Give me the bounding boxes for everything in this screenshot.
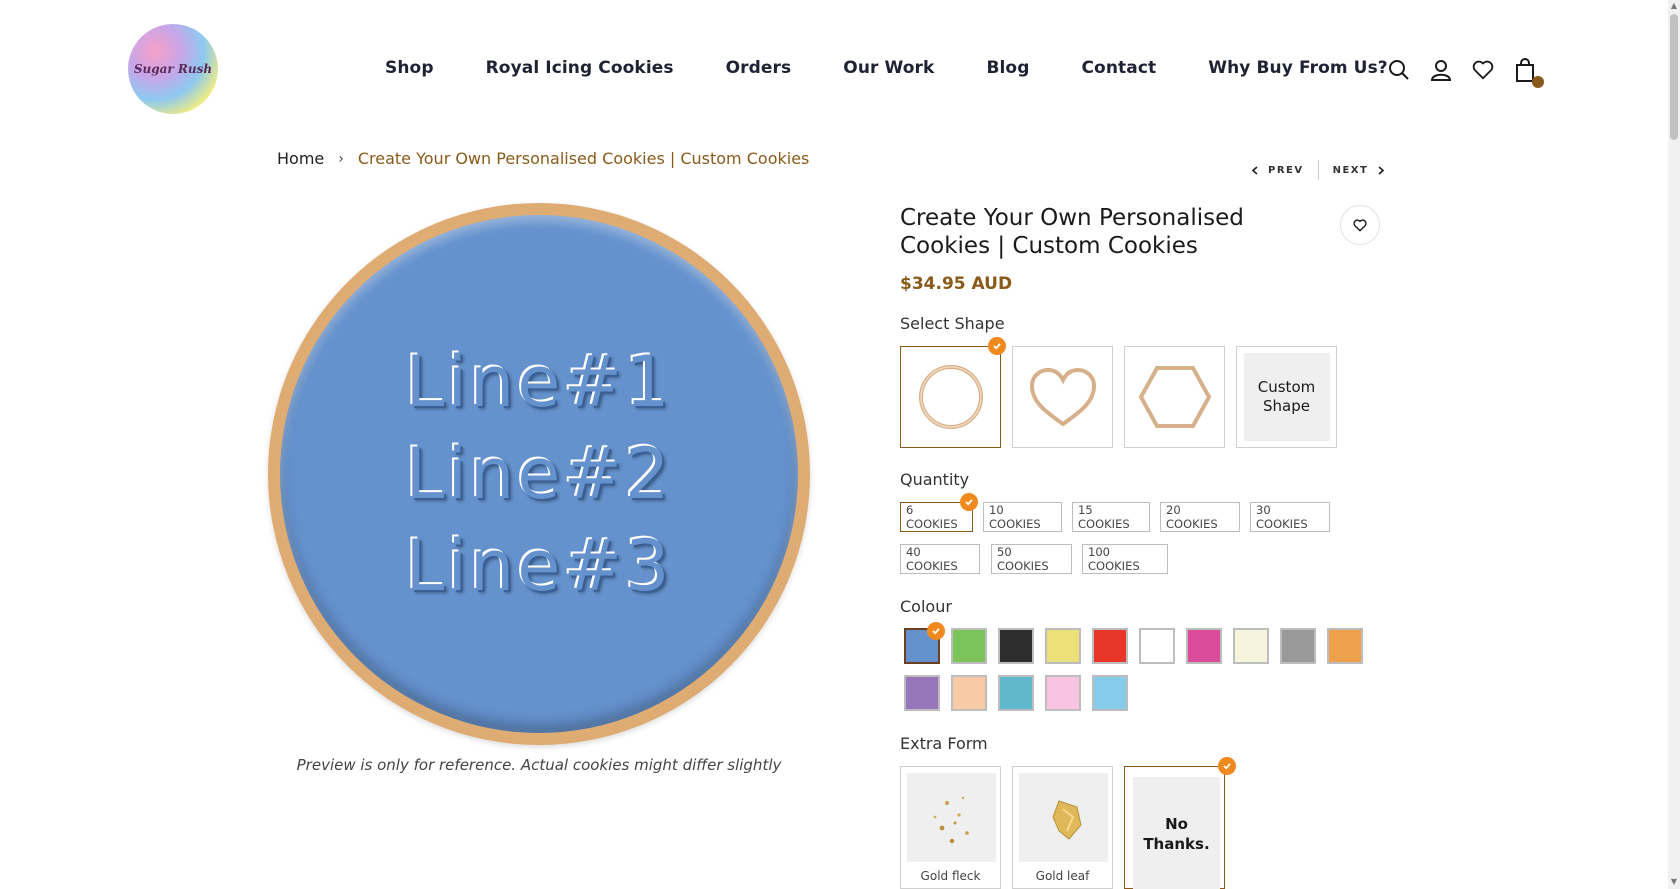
- scroll-down-arrow-icon[interactable]: ▼: [1670, 878, 1678, 886]
- add-to-wishlist-button[interactable]: [1340, 205, 1380, 245]
- breadcrumb-home[interactable]: Home: [277, 149, 324, 168]
- nav-orders[interactable]: Orders: [726, 58, 792, 78]
- search-icon[interactable]: [1388, 58, 1410, 82]
- quantity-option-15[interactable]: 15 COOKIES: [1072, 502, 1150, 532]
- gold-leaf-image: [1019, 773, 1108, 862]
- colour-swatch-14[interactable]: [1045, 675, 1081, 711]
- colour-swatch-3[interactable]: [998, 628, 1034, 664]
- product-info: Create Your Own Personalised Cookies | C…: [900, 204, 1380, 260]
- extra-option-no-thanks[interactable]: No Thanks.: [1124, 766, 1225, 889]
- chevron-right-icon: [1378, 165, 1385, 175]
- prev-label: PREV: [1268, 164, 1304, 176]
- colour-swatch-2[interactable]: [951, 628, 987, 664]
- nav-royal-icing-cookies[interactable]: Royal Icing Cookies: [486, 58, 674, 78]
- shape-selected-check-icon: [988, 337, 1006, 355]
- logo-text: Sugar Rush: [133, 62, 213, 76]
- site-header: Sugar Rush Shop Royal Icing Cookies Orde…: [0, 0, 1668, 140]
- breadcrumb-separator: ›: [338, 150, 344, 167]
- preview-line-2: Line#2: [405, 433, 673, 515]
- scrollbar-thumb[interactable]: [1670, 14, 1678, 140]
- heart-icon[interactable]: [1472, 58, 1494, 82]
- colour-swatch-4[interactable]: [1045, 628, 1081, 664]
- gold-fleck-image: [907, 773, 996, 862]
- quantity-option-50[interactable]: 50 COOKIES: [991, 544, 1072, 574]
- colour-swatch-15[interactable]: [1092, 675, 1128, 711]
- breadcrumb: Home › Create Your Own Personalised Cook…: [277, 149, 809, 168]
- quantity-label: Quantity: [900, 470, 970, 489]
- nav-our-work[interactable]: Our Work: [843, 58, 934, 78]
- heart-icon: [1353, 218, 1367, 231]
- shape-option-heart[interactable]: [1012, 346, 1113, 448]
- no-thanks-label: No Thanks.: [1133, 777, 1220, 889]
- colour-swatch-13[interactable]: [998, 675, 1034, 711]
- prev-button[interactable]: PREV: [1252, 165, 1304, 176]
- product-price: $34.95 AUD: [900, 274, 1013, 294]
- gold-fleck-label: Gold fleck: [920, 869, 981, 883]
- gold-leaf-label: Gold leaf: [1035, 869, 1090, 883]
- hexagon-shape-icon: [1138, 366, 1211, 428]
- colour-swatch-12[interactable]: [951, 675, 987, 711]
- page-scrollbar[interactable]: ▲ ▼: [1668, 0, 1680, 889]
- shopping-bag-icon[interactable]: [1514, 58, 1544, 88]
- cart-count-badge: [1532, 76, 1544, 88]
- colour-swatch-7[interactable]: [1186, 628, 1222, 664]
- quantity-option-30[interactable]: 30 COOKIES: [1250, 502, 1330, 532]
- heart-shape-icon: [1029, 367, 1096, 427]
- shape-option-circle[interactable]: [900, 346, 1001, 448]
- preview-line-3: Line#3: [405, 525, 673, 607]
- quantity-selected-check-icon: [960, 493, 978, 511]
- quantity-option-20[interactable]: 20 COOKIES: [1160, 502, 1240, 532]
- pager-divider: [1317, 160, 1319, 180]
- next-label: NEXT: [1332, 164, 1369, 176]
- colour-swatch-11[interactable]: [904, 675, 940, 711]
- extra-form-label: Extra Form: [900, 734, 988, 753]
- nav-blog[interactable]: Blog: [986, 58, 1029, 78]
- nav-contact[interactable]: Contact: [1081, 58, 1156, 78]
- colour-swatch-8[interactable]: [1233, 628, 1269, 664]
- breadcrumb-current: Create Your Own Personalised Cookies | C…: [357, 149, 810, 168]
- cookie-base: Line#1 Line#2 Line#3: [268, 203, 810, 745]
- extra-option-gold-fleck[interactable]: Gold fleck: [900, 766, 1001, 889]
- header-icons: [1388, 58, 1544, 88]
- custom-shape-label: Custom Shape: [1243, 353, 1330, 441]
- shape-option-custom[interactable]: Custom Shape: [1236, 346, 1337, 448]
- circle-shape-icon: [918, 365, 983, 429]
- brand-logo[interactable]: Sugar Rush: [128, 24, 218, 114]
- colour-swatch-6[interactable]: [1139, 628, 1175, 664]
- nav-shop[interactable]: Shop: [385, 58, 434, 78]
- quantity-option-10[interactable]: 10 COOKIES: [983, 502, 1062, 532]
- extra-selected-check-icon: [1218, 757, 1236, 775]
- extra-option-gold-leaf[interactable]: Gold leaf: [1012, 766, 1113, 889]
- scroll-up-arrow-icon[interactable]: ▲: [1670, 2, 1678, 10]
- main-nav: Shop Royal Icing Cookies Orders Our Work…: [385, 58, 1388, 78]
- shape-option-hexagon[interactable]: [1124, 346, 1225, 448]
- colour-swatch-10[interactable]: [1327, 628, 1363, 664]
- colour-swatch-9[interactable]: [1280, 628, 1316, 664]
- cookie-icing: Line#1 Line#2 Line#3: [280, 215, 798, 733]
- quantity-option-40[interactable]: 40 COOKIES: [900, 544, 980, 574]
- preview-note: Preview is only for reference. Actual co…: [296, 756, 782, 774]
- product-title: Create Your Own Personalised Cookies | C…: [900, 205, 1244, 259]
- quantity-option-100[interactable]: 100 COOKIES: [1082, 544, 1168, 574]
- preview-line-1: Line#1: [405, 341, 673, 423]
- cookie-preview: Line#1 Line#2 Line#3: [268, 203, 810, 745]
- user-icon[interactable]: [1430, 58, 1452, 82]
- shape-label: Select Shape: [900, 314, 1005, 333]
- nav-why-buy-from-us[interactable]: Why Buy From Us?: [1208, 58, 1388, 78]
- colour-label: Colour: [900, 597, 952, 616]
- colour-selected-check-icon: [927, 622, 945, 640]
- chevron-left-icon: [1252, 165, 1258, 175]
- product-pager: PREV NEXT: [1252, 160, 1385, 180]
- next-button[interactable]: NEXT: [1333, 165, 1385, 176]
- colour-swatch-5[interactable]: [1092, 628, 1128, 664]
